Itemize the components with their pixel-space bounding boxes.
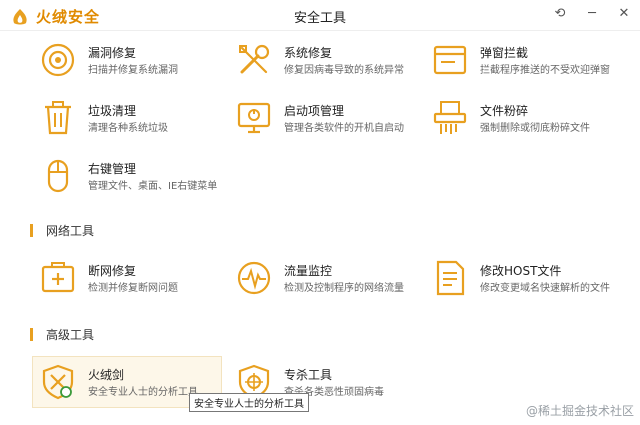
tool-name: 专杀工具 [284, 368, 333, 382]
tool-name: 垃圾清理 [88, 104, 137, 118]
section-advanced-tools: 高级工具 [30, 326, 94, 343]
tool-desc: 拦截程序推送的不受欢迎弹窗 [480, 65, 610, 76]
section-title: 网络工具 [46, 224, 95, 238]
section-title: 高级工具 [46, 328, 95, 342]
tool-name: 弹窗拦截 [480, 46, 529, 60]
tool-system-repair[interactable]: 系统修复 修复因病毒导致的系统异常 [234, 40, 434, 84]
file-shredder-icon [433, 101, 467, 134]
tool-name: 右键管理 [88, 162, 137, 176]
tool-name: 断网修复 [88, 264, 137, 278]
minimize-button[interactable]: ─ [584, 6, 600, 22]
window-controls: ⟲ ─ ✕ [552, 6, 632, 22]
tool-desc: 检测并修复断网问题 [88, 283, 178, 294]
tool-name: 漏洞修复 [88, 46, 137, 60]
tool-desc: 强制删除或彻底粉碎文件 [480, 123, 590, 134]
huorong-sword-icon [42, 364, 74, 400]
tool-trash-clean[interactable]: 垃圾清理 清理各种系统垃圾 [38, 98, 238, 142]
tool-network-repair[interactable]: 断网修复 检测并修复断网问题 [38, 258, 238, 302]
tool-desc: 管理文件、桌面、IE右键菜单 [88, 181, 218, 192]
title-bar: 火绒安全 安全工具 ⟲ ─ ✕ [0, 0, 640, 30]
tool-desc: 修复因病毒导致的系统异常 [284, 65, 404, 76]
tool-popup-block[interactable]: 弹窗拦截 拦截程序推送的不受欢迎弹窗 [430, 40, 630, 84]
right-click-manager-icon [47, 159, 69, 193]
traffic-monitor-icon [237, 261, 271, 295]
tool-traffic-monitor[interactable]: 流量监控 检测及控制程序的网络流量 [234, 258, 434, 302]
restore-icon[interactable]: ⟲ [552, 6, 568, 22]
host-file-icon [436, 260, 465, 296]
tool-name: 修改HOST文件 [480, 264, 562, 278]
close-button[interactable]: ✕ [616, 6, 632, 22]
tool-vulnerability-repair[interactable]: 漏洞修复 扫描并修复系统漏洞 [38, 40, 238, 84]
watermark: @稀土掘金技术社区 [525, 404, 634, 418]
tool-desc: 管理各类软件的开机自启动 [284, 123, 404, 134]
tool-name: 启动项管理 [284, 104, 345, 118]
window-title: 安全工具 [293, 11, 346, 26]
tool-right-click-manager[interactable]: 右键管理 管理文件、桌面、IE右键菜单 [38, 156, 238, 200]
tool-name: 火绒剑 [88, 368, 125, 382]
tool-desc: 扫描并修复系统漏洞 [88, 65, 178, 76]
trash-clean-icon [45, 101, 71, 135]
section-network-tools: 网络工具 [30, 222, 94, 239]
startup-manager-icon [237, 102, 271, 134]
tool-desc: 检测及控制程序的网络流量 [284, 283, 404, 294]
vulnerability-repair-icon [41, 43, 75, 77]
tool-name: 文件粉碎 [480, 104, 529, 118]
section-accent-bar [30, 224, 33, 237]
title-divider [0, 30, 640, 31]
tool-host-file[interactable]: 修改HOST文件 修改变更域名快速解析的文件 [430, 258, 630, 302]
tool-desc: 安全专业人士的分析工具 [88, 387, 198, 398]
tool-desc: 修改变更域名快速解析的文件 [480, 283, 610, 294]
tool-startup-manager[interactable]: 启动项管理 管理各类软件的开机自启动 [234, 98, 434, 142]
popup-block-icon [433, 45, 467, 75]
tool-desc: 清理各种系统垃圾 [88, 123, 168, 134]
tool-name: 系统修复 [284, 46, 333, 60]
tool-file-shredder[interactable]: 文件粉碎 强制删除或彻底粉碎文件 [430, 98, 630, 142]
section-accent-bar [30, 328, 33, 341]
system-repair-icon [239, 44, 270, 74]
network-repair-icon [41, 262, 75, 293]
tool-name: 流量监控 [284, 264, 333, 278]
tooltip: 安全专业人士的分析工具 [189, 393, 309, 412]
